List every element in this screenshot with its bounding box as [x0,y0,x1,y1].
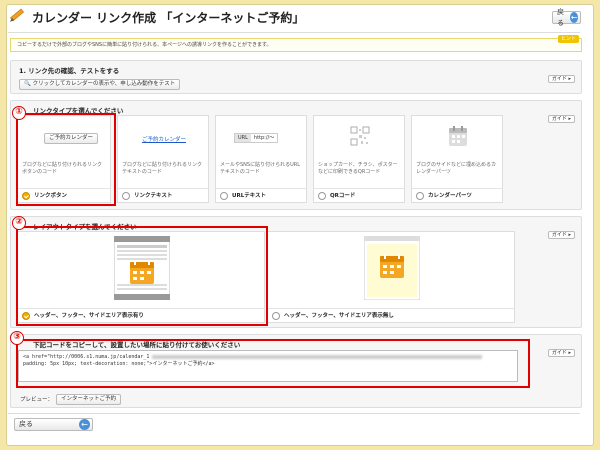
calendar-icon [449,126,467,146]
radio-icon[interactable] [416,192,424,200]
link-type-card-text[interactable]: ご予約カレンダー ブログなどに貼り付けられるリンクテキストのコード リンクテキス… [117,115,209,203]
back-button[interactable]: 戻る ← [552,8,581,27]
divider [8,413,580,414]
url-tag: URL [235,134,251,142]
annotation-number-2: ② [12,216,26,230]
page-header: カレンダー リンク作成 「インターネットご予約」 戻る ← [8,6,581,30]
guide-label: ガイド [551,232,567,238]
link-type-card-url[interactable]: URL http://～ メールやSNSに貼り付けられるURLテキストのコード … [215,115,307,203]
card-footer: カレンダーパーツ [412,188,502,202]
card-label: URLテキスト [232,193,267,199]
guide-button[interactable]: ガイド ▸ [547,75,575,83]
section-test-link: 1. リンク先の確認、テストをする 🔍 クリックしてカレンダーの表示や、申し込み… [10,60,582,94]
guide-button[interactable]: ガイド ▸ [547,349,575,357]
back-button-label: 戻る [557,7,564,27]
card-footer: リンクテキスト [118,188,208,202]
card-label: QRコード [330,193,356,199]
qr-code-icon [350,126,370,146]
info-text: コピーするだけで外部のブログやSNSに簡単に貼り付けられる、本ページへの誘導リン… [17,42,272,48]
guide-label: ガイド [551,350,567,356]
arrow-left-icon: ← [79,419,90,430]
test-button-label: クリックしてカレンダーの表示や、申し込み動作をテスト [32,81,176,87]
guide-button[interactable]: ガイド ▸ [547,231,575,239]
preview-reserve-button[interactable]: インターネットご予約 [56,394,122,405]
card-label: カレンダーパーツ [428,193,472,199]
url-text: http://～ [250,134,278,142]
radio-icon[interactable] [272,312,280,320]
radio-icon[interactable] [318,192,326,200]
url-preview: URL http://～ [234,133,279,143]
search-icon: 🔍 [24,81,31,87]
card-footer: URLテキスト [216,188,306,202]
guide-label: ガイド [551,116,567,122]
card-label: ヘッダー、フッター、サイドエリア表示無し [284,313,394,319]
annotation-number-1: ① [12,106,26,120]
card-description: ブログのサイドなどに埋め込めるカレンダーパーツ [416,162,497,175]
card-label: リンクテキスト [134,193,173,199]
card-footer: QRコード [314,188,404,202]
page-title: カレンダー リンク作成 「インターネットご予約」 [32,11,305,25]
divider [8,32,580,33]
link-type-card-calendar-parts[interactable]: ブログのサイドなどに埋め込めるカレンダーパーツ カレンダーパーツ [411,115,503,203]
card-description: ブログなどに貼り付けられるリンクテキストのコード [122,162,203,175]
preview-button-label: インターネットご予約 [61,396,117,402]
radio-icon[interactable] [220,192,228,200]
card-description: ショップカード、チラシ、ポスターなどに印刷できるQRコード [318,162,398,175]
section-title: 1. リンク先の確認、テストをする [19,67,120,75]
highlight-box-1 [16,113,116,206]
hint-tag: ヒント [557,35,579,43]
link-type-card-qr[interactable]: ショップカード、チラシ、ポスターなどに印刷できるQRコード QRコード [313,115,405,203]
layout-card-without-header[interactable]: ヘッダー、フッター、サイドエリア表示無し [267,231,515,323]
back-button-label: 戻る [19,420,33,428]
guide-button[interactable]: ガイド ▸ [547,115,575,123]
test-calendar-button[interactable]: 🔍 クリックしてカレンダーの表示や、申し込み動作をテスト [19,79,181,90]
card-footer: ヘッダー、フッター、サイドエリア表示無し [268,308,514,322]
highlight-box-3 [16,339,530,388]
layout-without-header-thumbnail [364,236,420,300]
annotation-number-3: ③ [10,331,24,345]
card-description: メールやSNSに貼り付けられるURLテキストのコード [220,162,301,175]
highlight-box-2 [16,226,268,326]
radio-icon[interactable] [122,192,130,200]
link-text-preview: ご予約カレンダー [142,137,187,143]
arrow-left-icon: ← [570,12,578,23]
guide-label: ガイド [551,76,567,82]
pencil-icon [9,8,25,22]
footer-back-button[interactable]: 戻る ← [14,418,93,431]
preview-label: プレビュー： [20,397,54,403]
info-bar: コピーするだけで外部のブログやSNSに簡単に貼り付けられる、本ページへの誘導リン… [10,35,582,52]
